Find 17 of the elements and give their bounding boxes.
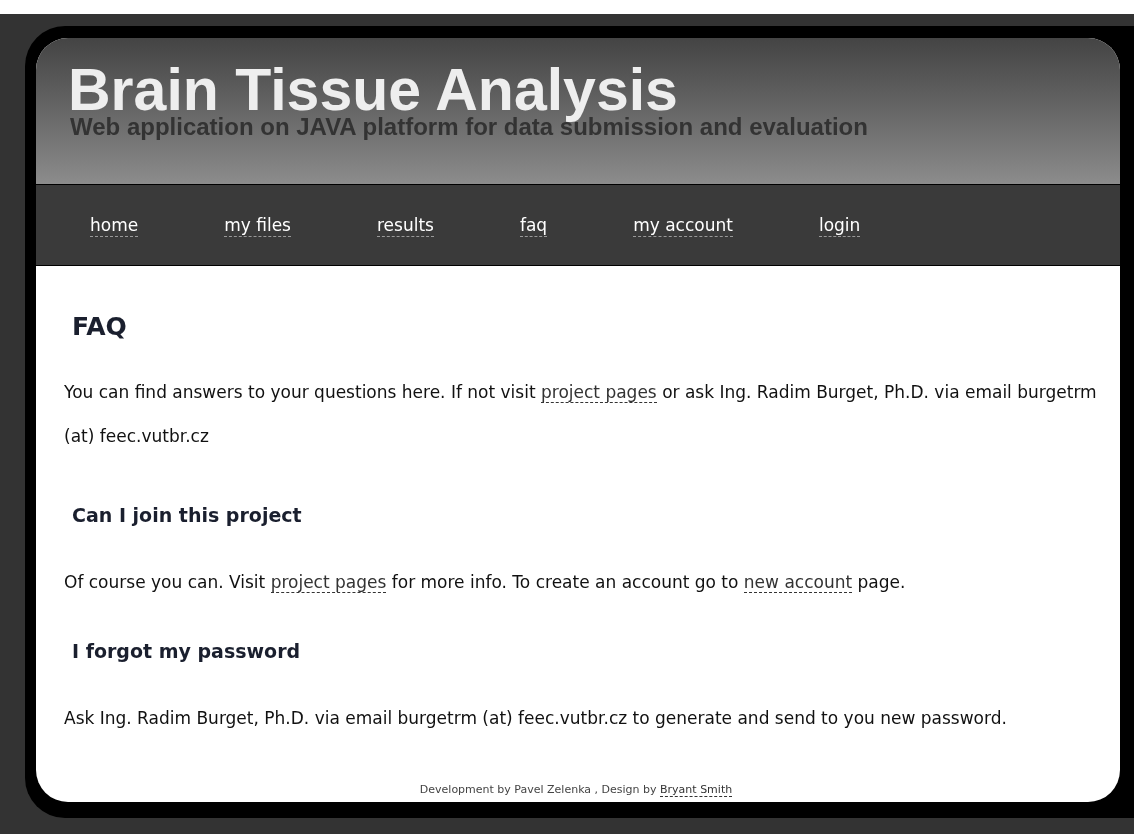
question-heading: I forgot my password xyxy=(72,639,302,664)
answer-paragraph: Of course you can. Visit project pages for more info. To create an account go to new account page. xyxy=(64,571,907,594)
nav-link[interactable]: home xyxy=(90,213,139,237)
intro-paragraph: You can find answers to your questions here. If not visit project pages or ask Ing. Radim Burget, Ph.D. via email burgetrm (at) feec.vutbr.cz xyxy=(64,381,1098,448)
nav-link[interactable]: my files xyxy=(224,213,291,237)
footer-credits: Development by Pavel Zelenka , Design by Bryant Smith xyxy=(418,781,734,799)
text-link[interactable]: Bryant Smith xyxy=(660,782,733,797)
text-link[interactable]: project pages xyxy=(541,382,657,403)
answer-paragraph: Ask Ing. Radim Burget, Ph.D. via email burgetrm (at) feec.vutbr.cz to generate and send to you new password. xyxy=(64,707,1008,730)
nav-link[interactable]: faq xyxy=(519,213,548,237)
question-heading: Can I join this project xyxy=(72,503,303,528)
text-link[interactable]: project pages xyxy=(270,572,387,593)
page-heading: FAQ xyxy=(72,312,128,342)
text-link[interactable]: new account xyxy=(743,572,853,593)
nav-link[interactable]: login xyxy=(818,213,861,237)
nav-link[interactable]: results xyxy=(377,213,434,237)
nav-link[interactable]: my account xyxy=(633,213,733,237)
